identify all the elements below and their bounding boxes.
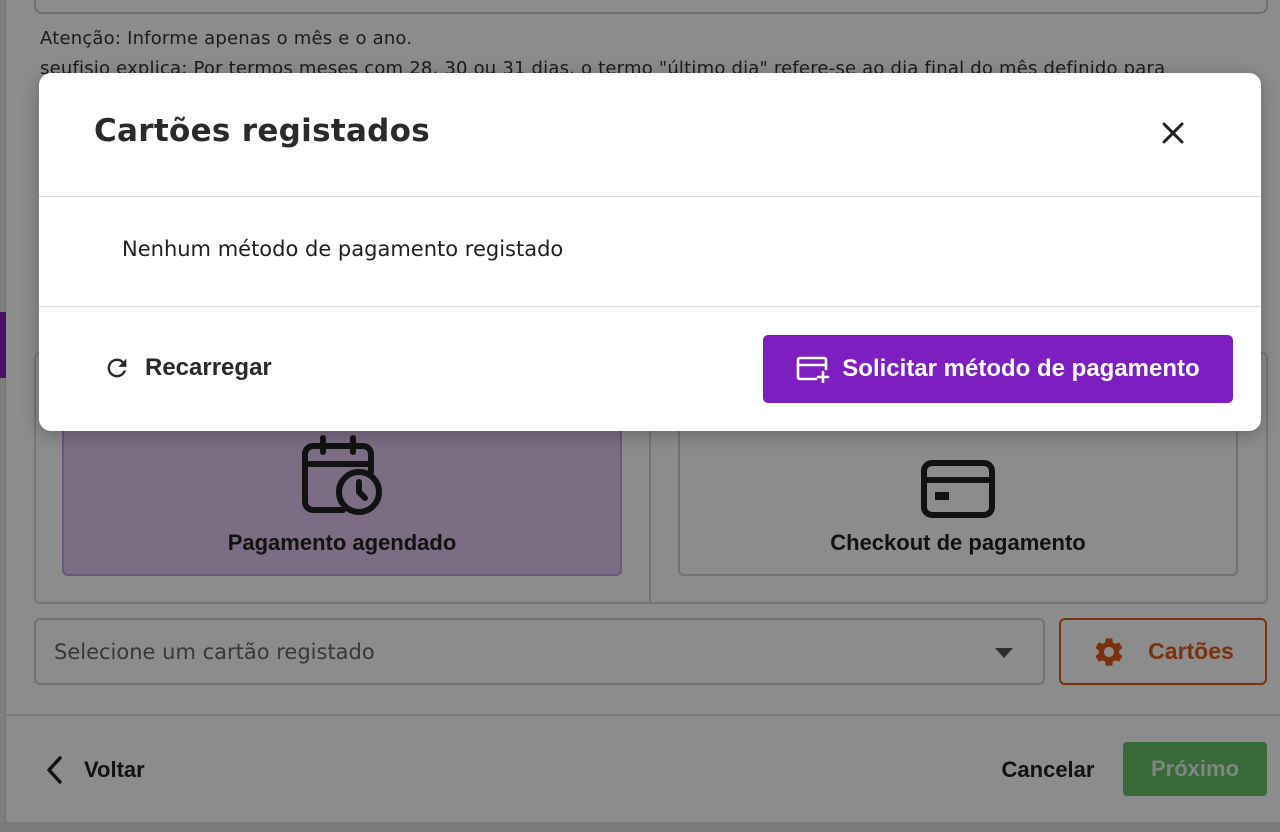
reload-button[interactable]: Recarregar — [97, 335, 278, 401]
refresh-icon — [107, 358, 127, 378]
empty-state-message: Nenhum método de pagamento registado — [122, 237, 564, 261]
request-button-label: Solicitar método de pagamento — [842, 355, 1200, 382]
reload-button-label: Recarregar — [145, 354, 272, 381]
modal-footer: Recarregar Solicitar método de pagamento — [39, 307, 1261, 431]
close-button[interactable] — [1155, 115, 1191, 151]
add-card-icon — [796, 356, 830, 383]
modal-header: Cartões registados — [39, 73, 1261, 197]
registered-cards-modal: Cartões registados Nenhum método de paga… — [39, 73, 1261, 431]
request-payment-method-button[interactable]: Solicitar método de pagamento — [763, 335, 1233, 403]
modal-title: Cartões registados — [94, 113, 431, 149]
close-icon — [1162, 122, 1184, 144]
modal-body: Nenhum método de pagamento registado — [39, 197, 1261, 307]
